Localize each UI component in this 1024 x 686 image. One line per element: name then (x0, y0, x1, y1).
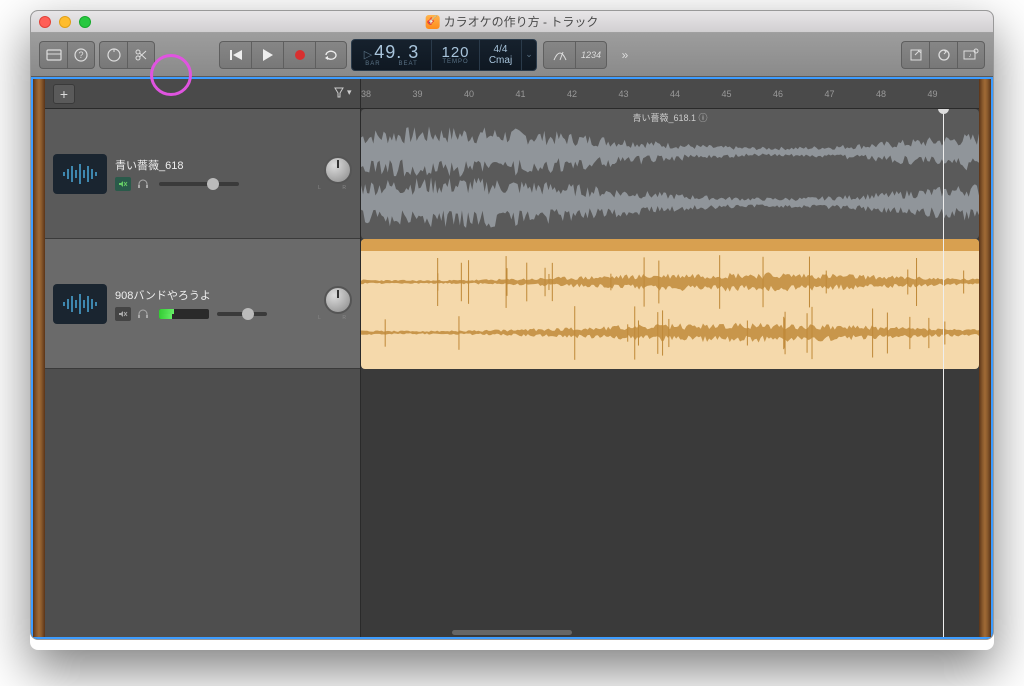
volume-slider[interactable] (217, 312, 267, 316)
volume-slider[interactable] (159, 182, 239, 186)
ruler-tick: 41 (516, 79, 526, 108)
track-header-list: 青い薔薇_618 (45, 109, 361, 637)
svg-text:♪: ♪ (969, 53, 972, 59)
svg-text:▾: ▾ (347, 87, 352, 97)
track-header-bar: + ▾ (45, 79, 361, 108)
ruler-tick: 38 (361, 79, 371, 108)
time-signature: 4/4 (489, 44, 512, 55)
minimize-window-button[interactable] (59, 16, 71, 28)
track-header[interactable]: 青い薔薇_618 (45, 109, 360, 239)
maximize-window-button[interactable] (79, 16, 91, 28)
add-track-button[interactable]: + (53, 84, 75, 104)
region-label: 青い薔薇_618.1 ⓘ (632, 111, 707, 124)
mute-button[interactable] (115, 307, 131, 321)
notepad-button[interactable] (901, 41, 929, 69)
pan-labels: LR (318, 185, 346, 191)
play-button[interactable] (251, 41, 283, 69)
tempo-label: TEMPO (442, 59, 468, 65)
track-name: 908バンドやろうよ (115, 287, 310, 303)
media-browser-button[interactable]: ♪ (957, 41, 985, 69)
track-header[interactable]: 908バンドやろうよ (45, 239, 360, 369)
window-title-text: カラオケの作り方 - トラック (444, 13, 599, 30)
loops-button[interactable] (929, 41, 957, 69)
headphones-button[interactable] (135, 307, 151, 321)
playhead[interactable] (943, 109, 944, 637)
close-window-button[interactable] (39, 16, 51, 28)
workspace: + ▾ 383940414243444546474849 青い薔薇_6 (31, 77, 993, 639)
position-bar: 49. (374, 42, 402, 63)
ruler-tick: 48 (876, 79, 886, 108)
toolbar-expand-button[interactable]: » (611, 41, 639, 69)
bar-label: BAR (365, 61, 380, 67)
wood-panel-right (979, 79, 991, 637)
track-name: 青い薔薇_618 (115, 157, 310, 173)
timeline-ruler[interactable]: 38 39 40 41 42 43 44 45 46 47 48 49 (361, 79, 979, 108)
arrangement-area[interactable]: 青い薔薇_618.1 ⓘ (361, 109, 979, 637)
tuner-button[interactable] (543, 41, 575, 69)
app-icon (426, 15, 440, 29)
horizontal-scrollbar[interactable] (452, 630, 572, 635)
help-button[interactable]: ? (67, 41, 95, 69)
pan-knob[interactable] (324, 286, 352, 314)
ruler-tick: 40 (464, 79, 474, 108)
ruler-tick: 45 (722, 79, 732, 108)
ruler-tick: 42 (567, 79, 577, 108)
ruler-tick: 47 (825, 79, 835, 108)
headphones-button[interactable] (135, 177, 151, 191)
track-filter-button[interactable]: ▾ (332, 85, 352, 102)
cycle-button[interactable] (315, 41, 347, 69)
ruler-tick: 46 (773, 79, 783, 108)
titlebar: カラオケの作り方 - トラック (31, 11, 993, 33)
smart-controls-button[interactable] (99, 41, 127, 69)
pan-labels: LR (318, 315, 346, 321)
ruler-tick: 43 (619, 79, 629, 108)
audio-region[interactable] (361, 239, 979, 369)
window-controls (39, 16, 91, 28)
ruler-tick: 49 (928, 79, 938, 108)
library-button[interactable] (39, 41, 67, 69)
lcd-display[interactable]: ▷ 49. 3 BAR BEAT 120 TEMPO 4/4 Cmaj ⌄ (351, 39, 537, 71)
key-signature: Cmaj (489, 55, 512, 66)
lcd-dropdown-icon[interactable]: ⌄ (522, 40, 536, 70)
window-title: カラオケの作り方 - トラック (426, 13, 599, 30)
wood-panel-left (33, 79, 45, 637)
empty-track-area[interactable] (45, 369, 360, 637)
audio-region[interactable]: 青い薔薇_618.1 ⓘ (361, 109, 979, 239)
toolbar: ? (31, 33, 993, 77)
record-button[interactable] (283, 41, 315, 69)
rewind-button[interactable] (219, 41, 251, 69)
count-in-button[interactable]: 1234 (575, 41, 607, 69)
audio-track-icon (53, 284, 107, 324)
ruler-tick: 39 (413, 79, 423, 108)
svg-text:?: ? (78, 50, 83, 60)
beat-label: BEAT (399, 61, 418, 67)
position-beat: 3 (408, 42, 419, 63)
level-meter (159, 309, 209, 319)
mute-button[interactable] (115, 177, 131, 191)
editor-scissors-button[interactable] (127, 41, 155, 69)
pan-knob[interactable] (324, 156, 352, 184)
ruler-tick: 44 (670, 79, 680, 108)
audio-track-icon (53, 154, 107, 194)
app-window: カラオケの作り方 - トラック ? (30, 10, 994, 640)
empty-arrangement[interactable] (361, 369, 979, 637)
